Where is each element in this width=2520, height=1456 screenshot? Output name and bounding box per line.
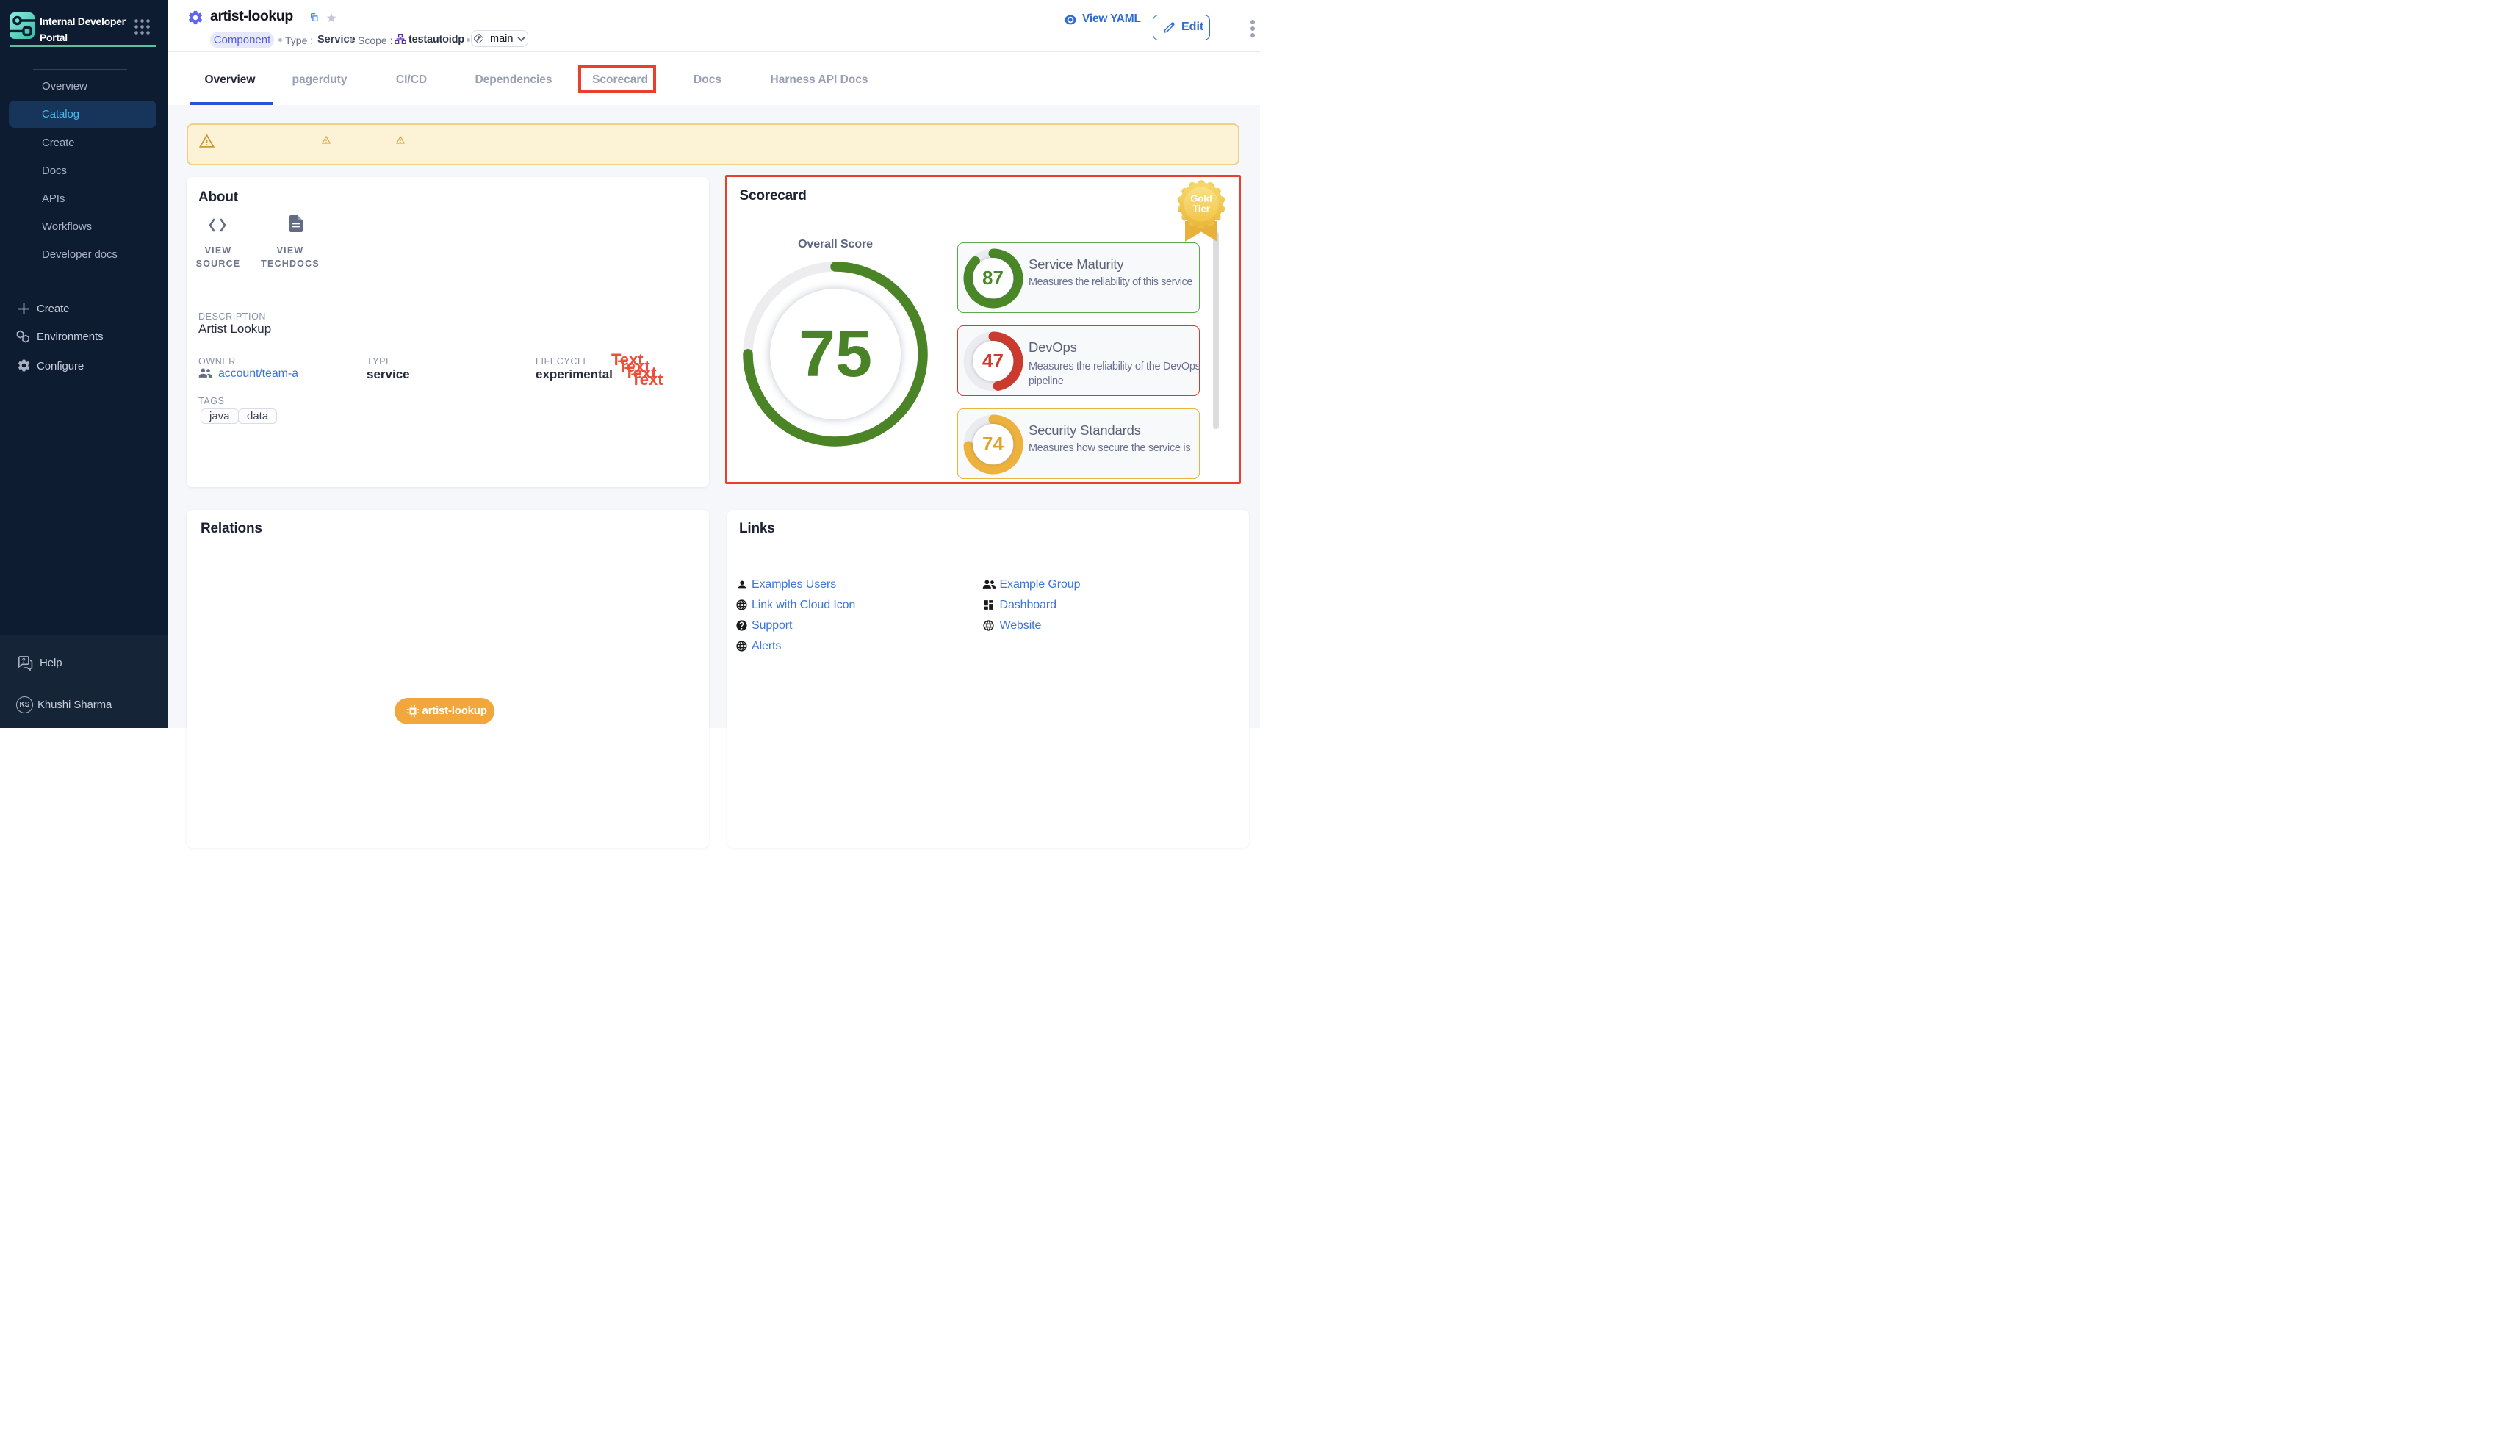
svg-text:?: ? <box>22 657 26 664</box>
svg-text:Gold: Gold <box>1190 192 1212 203</box>
svg-text:Tier: Tier <box>1192 203 1210 214</box>
